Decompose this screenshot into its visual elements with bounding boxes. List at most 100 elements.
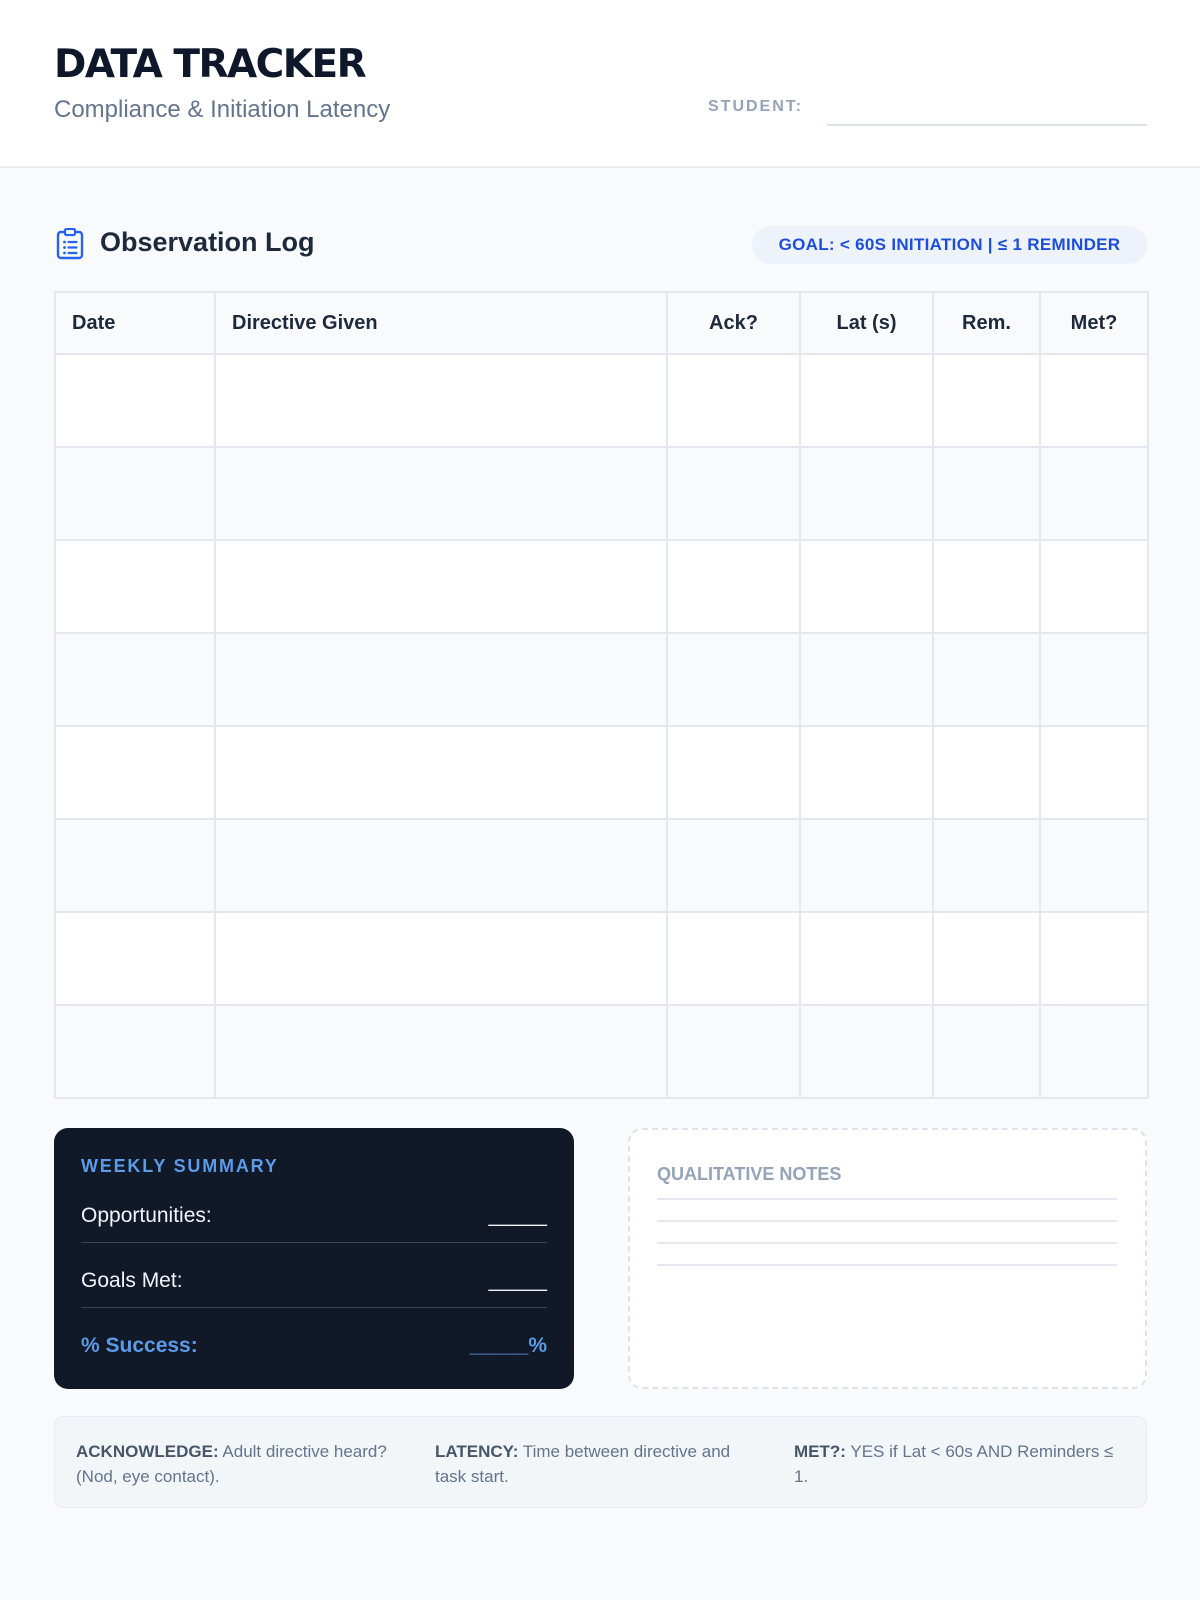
definition-met: MET?: YES if Lat < 60s AND Reminders ≤ 1… [794, 1439, 1124, 1489]
table-cell[interactable] [54, 632, 216, 727]
table-cell[interactable] [214, 725, 668, 820]
goals-met-value[interactable]: _____ [489, 1269, 547, 1293]
table-cell[interactable] [666, 725, 801, 820]
table-row [54, 353, 1149, 448]
table-cell[interactable] [1039, 911, 1149, 1006]
table-cell[interactable] [799, 539, 934, 634]
success-row: % Success: _____% [81, 1334, 547, 1358]
table-cell[interactable] [214, 818, 668, 913]
table-cell[interactable] [932, 725, 1041, 820]
table-cell[interactable] [799, 1004, 934, 1099]
table-cell[interactable] [214, 1004, 668, 1099]
table-cell[interactable] [214, 632, 668, 727]
opportunities-value[interactable]: _____ [489, 1204, 547, 1228]
table-cell[interactable] [54, 1004, 216, 1099]
table-row [54, 1004, 1149, 1099]
observation-table: Date Directive Given Ack? Lat (s) Rem. M… [54, 291, 1149, 1099]
table-row [54, 446, 1149, 541]
definition-acknowledge: ACKNOWLEDGE: Adult directive heard? (Nod… [76, 1439, 406, 1489]
student-label: STUDENT: [708, 98, 804, 115]
table-row [54, 818, 1149, 913]
table-cell[interactable] [666, 539, 801, 634]
notes-line [657, 1198, 1117, 1200]
table-cell[interactable] [799, 632, 934, 727]
summary-divider [81, 1307, 547, 1308]
table-cell[interactable] [54, 725, 216, 820]
table-cell[interactable] [932, 353, 1041, 448]
table-cell[interactable] [932, 911, 1041, 1006]
table-cell[interactable] [1039, 1004, 1149, 1099]
table-cell[interactable] [1039, 353, 1149, 448]
table-cell[interactable] [799, 818, 934, 913]
summary-divider [81, 1242, 547, 1243]
goals-met-row: Goals Met: _____ [81, 1269, 547, 1293]
table-cell[interactable] [666, 818, 801, 913]
notes-line [657, 1242, 1117, 1244]
table-row [54, 539, 1149, 634]
column-header-date: Date [54, 291, 216, 355]
definition-term: ACKNOWLEDGE: [76, 1442, 219, 1461]
opportunities-row: Opportunities: _____ [81, 1204, 547, 1228]
student-name-field[interactable] [827, 124, 1147, 126]
table-cell[interactable] [932, 446, 1041, 541]
column-header-reminders: Rem. [932, 291, 1041, 355]
column-header-ack: Ack? [666, 291, 801, 355]
tracker-page: DATA TRACKER Compliance & Initiation Lat… [0, 0, 1200, 1600]
table-cell[interactable] [666, 446, 801, 541]
qualitative-notes-box[interactable]: QUALITATIVE NOTES [628, 1128, 1147, 1389]
column-header-directive: Directive Given [214, 291, 668, 355]
notes-line [657, 1220, 1117, 1222]
clipboard-list-icon [56, 228, 84, 260]
definition-latency: LATENCY: Time between directive and task… [435, 1439, 765, 1489]
weekly-summary-card: WEEKLY SUMMARY Opportunities: _____ Goal… [54, 1128, 574, 1389]
table-cell[interactable] [54, 539, 216, 634]
opportunities-label: Opportunities: [81, 1204, 212, 1227]
table-cell[interactable] [666, 632, 801, 727]
table-header-row: Date Directive Given Ack? Lat (s) Rem. M… [54, 291, 1149, 355]
page-header: DATA TRACKER Compliance & Initiation Lat… [0, 0, 1200, 168]
notes-title: QUALITATIVE NOTES [657, 1164, 842, 1184]
table-cell[interactable] [214, 539, 668, 634]
table-cell[interactable] [666, 353, 801, 448]
table-cell[interactable] [1039, 632, 1149, 727]
table-cell[interactable] [932, 632, 1041, 727]
summary-title: WEEKLY SUMMARY [81, 1156, 279, 1176]
definitions-footer: ACKNOWLEDGE: Adult directive heard? (Nod… [54, 1416, 1147, 1508]
table-row [54, 725, 1149, 820]
table-cell[interactable] [54, 818, 216, 913]
table-cell[interactable] [932, 818, 1041, 913]
table-cell[interactable] [799, 911, 934, 1006]
page-title: DATA TRACKER [54, 42, 367, 87]
table-cell[interactable] [214, 911, 668, 1006]
definition-term: MET?: [794, 1442, 846, 1461]
table-cell[interactable] [1039, 446, 1149, 541]
goal-badge: GOAL: < 60S INITIATION | ≤ 1 REMINDER [752, 226, 1147, 264]
goals-met-label: Goals Met: [81, 1269, 183, 1292]
table-cell[interactable] [54, 353, 216, 448]
table-cell[interactable] [1039, 818, 1149, 913]
success-label: % Success: [81, 1334, 198, 1357]
column-header-latency: Lat (s) [799, 291, 934, 355]
table-cell[interactable] [799, 446, 934, 541]
table-body [54, 353, 1149, 1099]
page-subtitle: Compliance & Initiation Latency [54, 96, 391, 123]
column-header-met: Met? [1039, 291, 1149, 355]
table-cell[interactable] [214, 353, 668, 448]
table-cell[interactable] [932, 539, 1041, 634]
table-cell[interactable] [932, 1004, 1041, 1099]
section-title: Observation Log [100, 227, 315, 257]
table-cell[interactable] [666, 911, 801, 1006]
table-cell[interactable] [54, 446, 216, 541]
table-cell[interactable] [1039, 725, 1149, 820]
definition-term: LATENCY: [435, 1442, 519, 1461]
table-row [54, 632, 1149, 727]
success-value[interactable]: _____% [470, 1334, 547, 1358]
table-row [54, 911, 1149, 1006]
table-cell[interactable] [799, 725, 934, 820]
table-cell[interactable] [1039, 539, 1149, 634]
table-cell[interactable] [666, 1004, 801, 1099]
notes-line [657, 1264, 1117, 1266]
table-cell[interactable] [54, 911, 216, 1006]
table-cell[interactable] [799, 353, 934, 448]
table-cell[interactable] [214, 446, 668, 541]
